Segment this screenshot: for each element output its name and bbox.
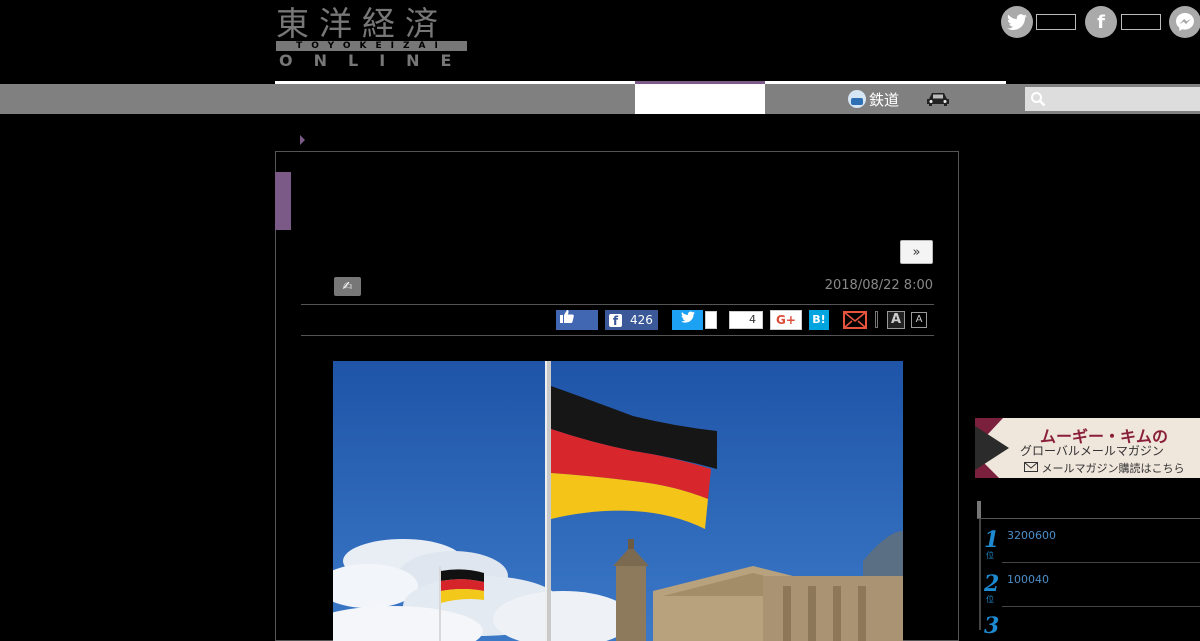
ranking-unit-2: 位 xyxy=(986,595,994,604)
title-accent-bar xyxy=(275,172,291,230)
twitter-follow-count[interactable] xyxy=(1036,14,1076,30)
ranking-item-2[interactable]: 100040 xyxy=(1007,573,1049,586)
banner-subtitle: グローバルメールマガジン xyxy=(1020,444,1164,458)
twitter-share-icon xyxy=(680,311,695,323)
breadcrumb-arrow-icon xyxy=(300,135,305,145)
nav-tab-active[interactable] xyxy=(635,84,765,114)
car-icon[interactable] xyxy=(926,91,950,107)
search-icon[interactable] xyxy=(1030,91,1046,107)
ranking-header-marker xyxy=(977,501,981,518)
author-icon[interactable]: ✍ xyxy=(334,277,361,296)
twitter-icon[interactable] xyxy=(1001,6,1033,38)
thumbs-up-icon xyxy=(560,310,574,323)
font-size-large-button[interactable]: A xyxy=(887,311,905,329)
ranking-number-2: 2 xyxy=(984,571,1000,597)
ranking-number-3: 3 xyxy=(984,613,1000,639)
next-page-button[interactable]: » xyxy=(900,240,933,264)
logo-japanese[interactable]: 東洋経済 xyxy=(276,4,448,44)
tweet-button[interactable] xyxy=(672,310,703,330)
nav-item-rail-label: 鉄道 xyxy=(869,90,900,109)
ranking-unit-1: 位 xyxy=(986,551,994,560)
search-input[interactable] xyxy=(1025,87,1200,111)
facebook-share-button[interactable]: f 426 xyxy=(605,310,658,330)
logo-online: ONLINE xyxy=(279,51,473,70)
share-divider-top xyxy=(301,304,934,305)
article-main-photo xyxy=(333,361,903,641)
publish-date: 2018/08/22 8:00 xyxy=(824,278,933,293)
pocket-count[interactable]: 4 xyxy=(729,311,763,329)
ranking-header-rule xyxy=(977,518,1200,519)
ranking-number-1: 1 xyxy=(984,527,1000,553)
ranking-item-1[interactable]: 3200600 xyxy=(1007,529,1056,542)
ranking-separator xyxy=(1002,606,1200,607)
logo-romaji: TOYOKEIZAI xyxy=(276,41,467,51)
envelope-icon xyxy=(1024,462,1038,472)
nav-item-rail[interactable]: 鉄道 xyxy=(848,88,899,110)
train-icon xyxy=(848,90,866,108)
tweet-count xyxy=(705,311,717,329)
mail-icon[interactable] xyxy=(843,311,867,329)
share-separator xyxy=(875,311,878,328)
ranking-separator xyxy=(1002,562,1200,563)
ranking-rail xyxy=(979,519,981,630)
facebook-icon[interactable]: f xyxy=(1085,6,1117,38)
facebook-share-count: 426 xyxy=(630,313,653,327)
global-nav xyxy=(0,84,1200,114)
font-size-small-button[interactable]: A xyxy=(911,312,927,328)
facebook-like-button[interactable] xyxy=(556,310,598,330)
google-plus-button[interactable]: G+ xyxy=(770,310,802,330)
hatena-bookmark-button[interactable]: B! xyxy=(809,310,829,330)
facebook-share-icon: f xyxy=(609,313,622,328)
facebook-follow-count[interactable] xyxy=(1121,14,1161,30)
banner-cta-label: メールマガジン購読はこちら xyxy=(1041,462,1185,475)
messenger-icon[interactable] xyxy=(1169,6,1200,38)
share-divider-bottom xyxy=(301,335,934,336)
banner-cta: メールマガジン購読はこちら xyxy=(1024,460,1185,476)
